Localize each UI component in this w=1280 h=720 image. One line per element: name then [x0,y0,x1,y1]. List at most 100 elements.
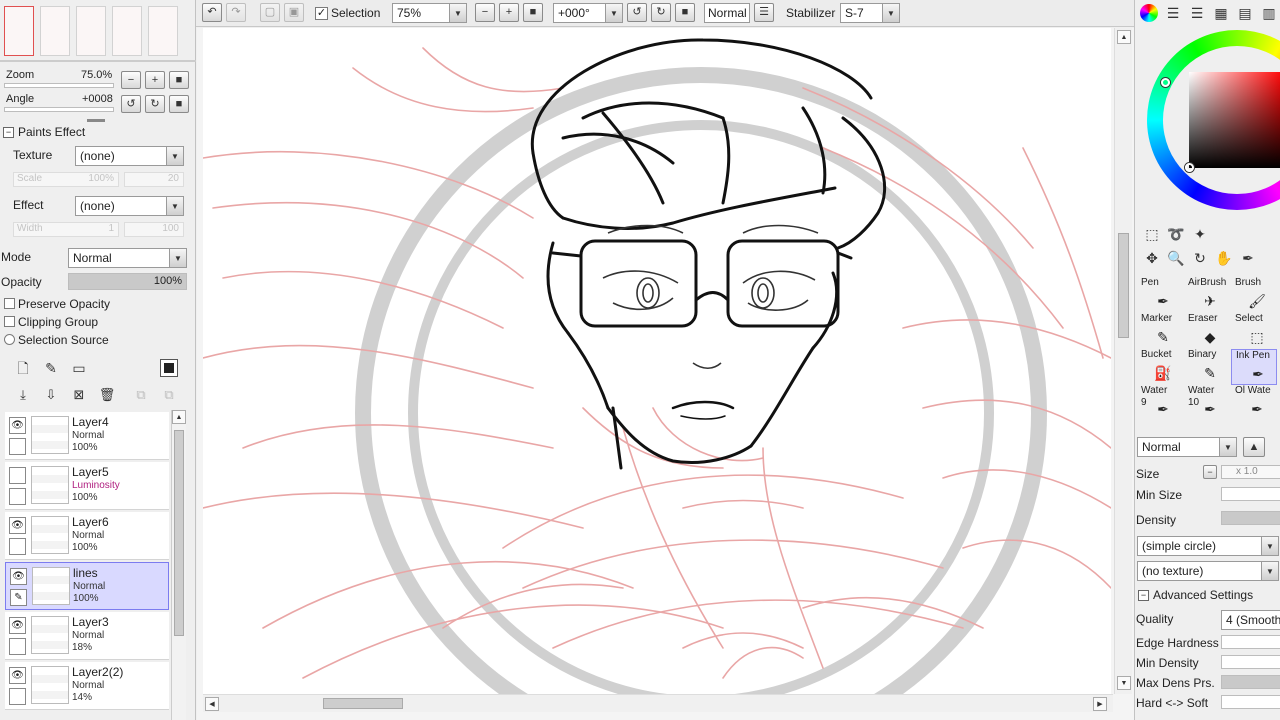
tool-marker[interactable]: Marker ✎ [1137,313,1183,349]
zoom-reset-button[interactable]: ■ [169,71,189,89]
layer-scroll-thumb[interactable] [174,430,184,636]
zoom-out-button[interactable]: − [475,3,495,22]
preserve-opacity-checkbox[interactable] [4,298,15,309]
tool-select[interactable]: Select ⬚ [1231,313,1277,349]
layer-mask-icon[interactable] [160,359,178,377]
saturation-value-square[interactable] [1189,72,1280,168]
brush-texture-select[interactable]: (no texture) ▼ [1137,561,1279,581]
angle-select[interactable]: +000° ▼ [553,3,623,23]
scroll-up-icon[interactable]: ▲ [1117,30,1131,44]
zoom-out-button[interactable]: − [121,71,141,89]
layer-mode-select[interactable]: Normal ▼ [68,248,187,268]
scroll-right-icon[interactable]: ▶ [1093,697,1107,711]
scratchpad-mode-icon[interactable]: ▤ [1236,4,1254,22]
hue-handle[interactable] [1161,78,1170,87]
panel-grip[interactable] [87,119,105,122]
tool-ink-pen[interactable]: Ink Pen ✒ [1231,349,1277,385]
rotate-left-button[interactable]: ↺ [121,95,141,113]
zoom-icon[interactable]: 🔍 [1167,249,1185,267]
undo-button[interactable]: ↶ [202,3,222,22]
rotate-reset-button[interactable]: ■ [169,95,189,113]
rect-select-icon[interactable]: ⬚ [1143,225,1161,243]
zoom-in-button[interactable]: + [499,3,519,22]
merge-down-icon[interactable]: ⤓ [14,385,32,403]
opacity-slider[interactable]: 100% [68,273,187,290]
scroll-left-icon[interactable]: ◀ [205,697,219,711]
zoom-in-button[interactable]: + [145,71,165,89]
navigator-thumbnail[interactable] [76,6,106,56]
flip-view-button[interactable]: ☰ [754,3,774,22]
tool-airbrush[interactable]: AirBrush ✈ [1184,277,1230,313]
lock-icon[interactable] [9,488,26,505]
lasso-icon[interactable]: ➰ [1167,225,1185,243]
layer-row[interactable]: 👁 Layer2(2) Normal 14% [5,662,169,710]
brush-shape-button[interactable]: ▲ [1243,437,1265,457]
navigator-thumbnail[interactable] [148,6,178,56]
move-icon[interactable]: ✥ [1143,249,1161,267]
layer-row[interactable]: 👁 Layer3 Normal 18% [5,612,169,660]
scroll-down-icon[interactable]: ▼ [1117,676,1131,690]
rotate-right-button[interactable]: ↻ [651,3,671,22]
zoom-reset-button[interactable]: ■ [523,3,543,22]
angle-slider[interactable] [4,107,114,112]
clipping-group-checkbox[interactable] [4,316,15,327]
effect-select[interactable]: (none) ▼ [75,196,184,216]
tool-ol-wate[interactable]: Ol Wate ✒ [1231,385,1277,421]
tool-bucket[interactable]: Bucket ⛽ [1137,349,1183,385]
new-layer-icon[interactable]: 🗋 [14,359,32,377]
zoom-select[interactable]: 75% ▼ [392,3,467,23]
eye-icon[interactable]: 👁 [9,617,26,634]
lock-icon[interactable] [9,688,26,705]
layer-row[interactable]: 👁 Layer6 Normal 100% [5,512,169,560]
eye-icon[interactable]: 👁 [9,667,26,684]
tool-eraser[interactable]: Eraser ◆ [1184,313,1230,349]
pencil-icon[interactable]: ✎ [10,589,27,606]
hard-soft-slider[interactable] [1221,695,1280,709]
rotate-right-button[interactable]: ↻ [145,95,165,113]
tool-water-9[interactable]: Water 9 ✒ [1137,385,1183,421]
selection-source-radio[interactable] [4,334,15,345]
lock-icon[interactable] [9,438,26,455]
layer-row[interactable]: 👁 Layer4 Normal 100% [5,412,169,460]
zoom-slider[interactable] [4,83,114,88]
navigator-thumbnail[interactable] [112,6,142,56]
collapse-icon[interactable]: − [1138,590,1149,601]
magic-wand-icon[interactable]: ✦ [1191,225,1209,243]
rgb-slider-mode-icon[interactable]: ☰ [1164,4,1182,22]
eyedropper-icon[interactable]: ✒ [1239,249,1257,267]
color-wheel[interactable] [1147,28,1280,212]
size-minus-button[interactable]: − [1203,465,1217,479]
user-swatch-icon[interactable]: ▥ [1260,4,1278,22]
drawing-canvas[interactable] [203,28,1111,694]
lock-icon[interactable] [9,538,26,555]
collapse-icon[interactable]: − [3,127,14,138]
layer-list-scrollbar[interactable]: ▲ [171,410,186,720]
clear-layer-icon[interactable]: ⊠ [70,385,88,403]
layer-row[interactable]: 👁 ✎ lines Normal 100% [5,562,169,610]
canvas-vertical-scrollbar[interactable]: ▲ ▼ [1114,28,1132,694]
max-dens-slider[interactable] [1221,675,1280,689]
delete-layer-icon[interactable]: 🗑 [98,385,116,403]
selection-checkbox[interactable]: ✓ [315,7,328,20]
quality-select[interactable]: 4 (Smooth [1221,610,1280,630]
eye-icon[interactable]: 👁 [9,517,26,534]
hsv-slider-mode-icon[interactable]: ☰ [1188,4,1206,22]
lock-icon[interactable] [9,638,26,655]
density-slider[interactable] [1221,511,1280,525]
canvas-horizontal-scrollbar[interactable]: ◀ ▶ [203,694,1113,712]
color-wheel-mode-icon[interactable] [1140,4,1158,22]
min-density-slider[interactable] [1221,655,1280,669]
texture-select[interactable]: (none) ▼ [75,146,184,166]
layer-row[interactable]: Layer5 Luminosity 100% [5,462,169,510]
eye-hidden-icon[interactable] [9,467,26,484]
new-linework-layer-icon[interactable]: ✎ [42,359,60,377]
swatch-mode-icon[interactable]: ▦ [1212,4,1230,22]
eye-icon[interactable]: 👁 [10,568,27,585]
hand-icon[interactable]: ✋ [1215,249,1233,267]
transfer-down-icon[interactable]: ⇩ [42,385,60,403]
rotate-reset-button[interactable]: ■ [675,3,695,22]
navigator-thumbnail[interactable] [4,6,34,56]
rotate-left-button[interactable]: ↺ [627,3,647,22]
eye-icon[interactable]: 👁 [9,417,26,434]
brush-shape-select[interactable]: (simple circle) ▼ [1137,536,1279,556]
